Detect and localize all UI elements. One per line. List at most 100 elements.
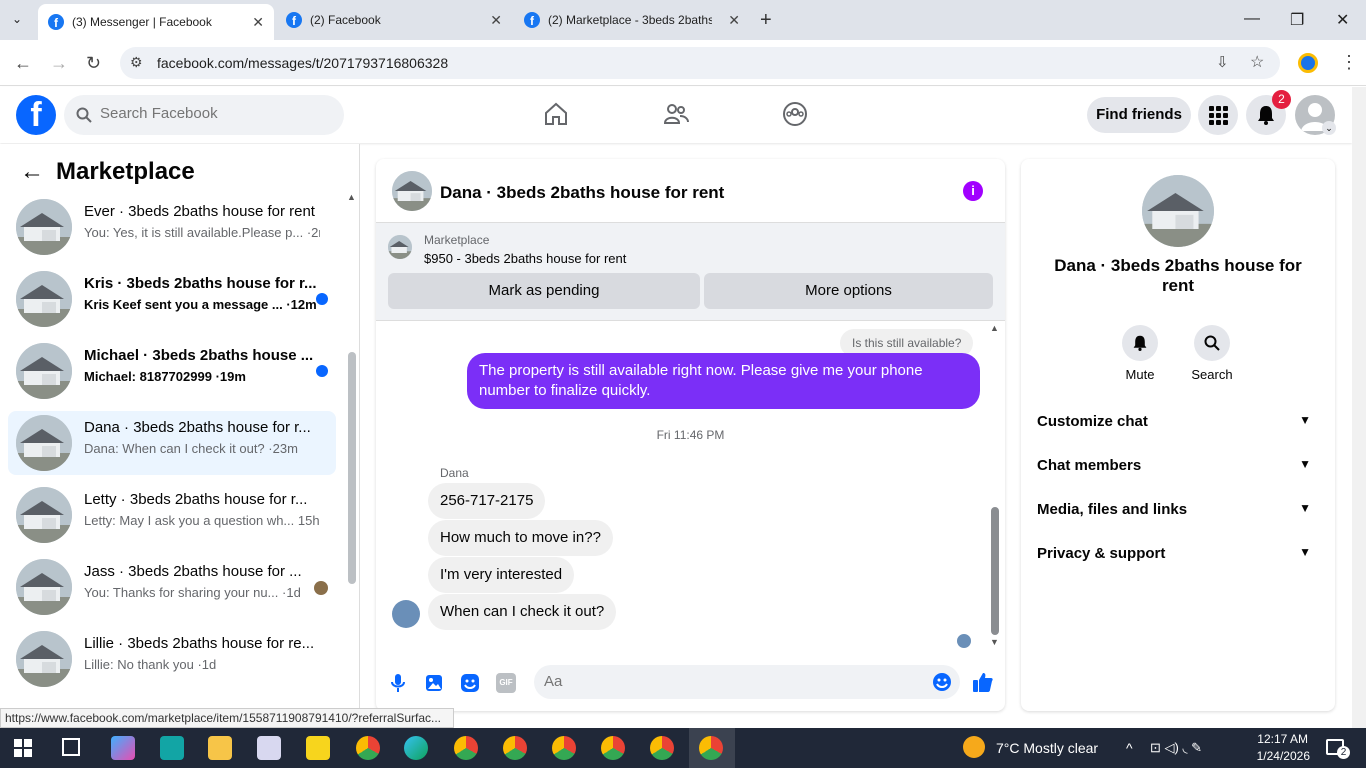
sticky-notes-icon[interactable] [306,736,330,760]
menu-button[interactable] [1198,95,1238,135]
close-window-button[interactable]: ✕ [1336,10,1349,30]
conversation-avatar [16,199,72,255]
info-icon[interactable]: i [963,181,983,201]
task-view-icon[interactable] [62,738,80,756]
incoming-message[interactable]: I'm very interested [428,557,575,593]
chrome-profile-icon[interactable] [650,736,674,760]
tab-search-dropdown[interactable]: ⌄ [12,12,22,26]
conversation-item[interactable]: Jass · 3beds 2baths house for ... You: Th… [8,555,336,619]
conversation-item[interactable]: Letty · 3beds 2baths house for r... Letty… [8,483,336,547]
app-icon[interactable] [160,736,184,760]
marketplace-listing-banner: Marketplace $950 - 3beds 2baths house fo… [376,223,1005,321]
sidebar-scrollbar[interactable] [348,352,356,584]
close-tab-icon[interactable]: ✕ [490,12,502,29]
chrome-profile-icon[interactable] [454,736,478,760]
find-friends-button[interactable]: Find friends [1087,97,1191,133]
message-input[interactable] [544,673,914,690]
profile-icon[interactable] [1298,53,1318,73]
search-input[interactable] [100,105,320,122]
incoming-message[interactable]: 256-717-2175 [428,483,546,519]
listing-thumbnail[interactable] [388,235,412,259]
incoming-message[interactable]: How much to move in?? [428,520,613,556]
section-label: Privacy & support [1037,545,1166,562]
restore-button[interactable]: ❐ [1290,10,1304,30]
tab-marketplace[interactable]: f (2) Marketplace - 3beds 2baths ✕ [514,0,750,40]
conversation-name: Ever · 3beds 2baths house for rent [84,203,315,220]
friends-icon[interactable] [663,101,689,127]
close-tab-icon[interactable]: ✕ [728,12,740,29]
conversation-item[interactable]: Ever · 3beds 2baths house for rent You: Y… [8,195,336,259]
media-files-links-section[interactable]: Media, files and links ▼ [1037,501,1319,518]
mark-as-pending-button[interactable]: Mark as pending [388,273,700,309]
chrome-icon[interactable] [356,736,380,760]
message-scrollbar[interactable] [991,507,999,635]
weather-text[interactable]: 7°C Mostly clear [996,740,1098,756]
tab-messenger[interactable]: f (3) Messenger | Facebook ✕ [38,4,274,40]
photo-icon[interactable] [424,673,444,693]
profile-picture[interactable] [1142,175,1214,247]
gif-icon[interactable]: GIF [496,673,516,693]
facebook-logo-icon[interactable]: f [16,95,56,135]
mute-action[interactable]: Mute [1110,325,1170,382]
conversation-item[interactable]: Michael · 3beds 2baths house ... Michael:… [8,339,336,403]
conversation-item[interactable]: Kris · 3beds 2baths house for r... Kris K… [8,267,336,331]
incoming-message[interactable]: When can I check it out? [428,594,617,630]
home-icon[interactable] [543,101,569,127]
sticker-icon[interactable] [460,673,480,693]
tray-icons[interactable]: ⊡ ◁) ◟ ✎ [1150,740,1202,756]
like-thumb-icon[interactable] [972,671,994,693]
scroll-up-arrow-icon[interactable]: ▲ [990,323,999,333]
privacy-support-section[interactable]: Privacy & support ▼ [1037,545,1319,562]
outgoing-message[interactable]: The property is still available right no… [467,353,980,409]
forward-button[interactable]: → [50,53,68,74]
file-explorer-icon[interactable] [208,736,232,760]
search-box[interactable] [64,95,344,135]
minimize-button[interactable]: — [1244,10,1260,28]
customize-chat-section[interactable]: Customize chat ▼ [1037,413,1319,430]
more-options-button[interactable]: More options [704,273,993,309]
sender-avatar[interactable] [392,600,420,628]
new-tab-button[interactable]: + [760,9,772,32]
message-input-box[interactable] [534,665,960,699]
scroll-down-arrow-icon[interactable]: ▼ [990,637,999,647]
bookmark-star-icon[interactable]: ☆ [1250,52,1264,72]
chrome-active-icon[interactable] [699,736,723,760]
preview-time: ·2m [306,225,320,240]
chrome-profile-icon[interactable] [601,736,625,760]
account-chevron-icon[interactable]: ⌄ [1322,121,1336,135]
message-composer: GIF [376,659,1005,711]
copilot-icon[interactable] [111,736,135,760]
chat-title[interactable]: Dana · 3beds 2baths house for rent [440,183,724,203]
groups-icon[interactable] [782,101,808,127]
emoji-icon[interactable] [932,672,952,692]
conversation-item[interactable]: Dana · 3beds 2baths house for r... Dana: … [8,411,336,475]
chrome-profile-icon[interactable] [552,736,576,760]
back-button[interactable]: ← [14,53,32,74]
search-action[interactable]: Search [1182,325,1242,382]
paint-icon[interactable] [257,736,281,760]
listing-title[interactable]: $950 - 3beds 2baths house for rent [424,251,626,266]
page-scrollbar[interactable] [1352,87,1366,728]
windows-start-icon[interactable] [14,739,32,757]
chrome-profile-icon[interactable] [503,736,527,760]
tab-title: (2) Facebook [310,13,381,27]
edge-icon[interactable] [404,736,428,760]
tab-facebook[interactable]: f (2) Facebook ✕ [276,0,512,40]
microphone-icon[interactable] [388,673,408,693]
reload-button[interactable]: ↻ [86,53,101,74]
weather-icon[interactable] [963,736,985,758]
chat-members-section[interactable]: Chat members ▼ [1037,457,1319,474]
scroll-up-arrow-icon[interactable]: ▲ [347,192,356,202]
preview-text: You: Yes, it is still available.Please p… [84,225,304,240]
back-arrow-icon[interactable]: ← [20,158,44,186]
clock-date[interactable]: 1/24/2026 [1250,749,1310,763]
close-tab-icon[interactable]: ✕ [252,14,264,31]
chat-avatar[interactable] [392,171,432,211]
install-icon[interactable]: ⇩ [1216,53,1229,71]
omnibox[interactable]: ⚙ facebook.com/messages/t/20717937168063… [120,47,1280,79]
browser-menu-icon[interactable]: ⋮ [1340,52,1358,73]
clock-time[interactable]: 12:17 AM [1254,732,1308,746]
tray-chevron-icon[interactable]: ^ [1126,740,1133,756]
conversation-item[interactable]: Lillie · 3beds 2baths house for re... Lil… [8,627,336,691]
site-info-icon[interactable]: ⚙ [130,54,143,71]
